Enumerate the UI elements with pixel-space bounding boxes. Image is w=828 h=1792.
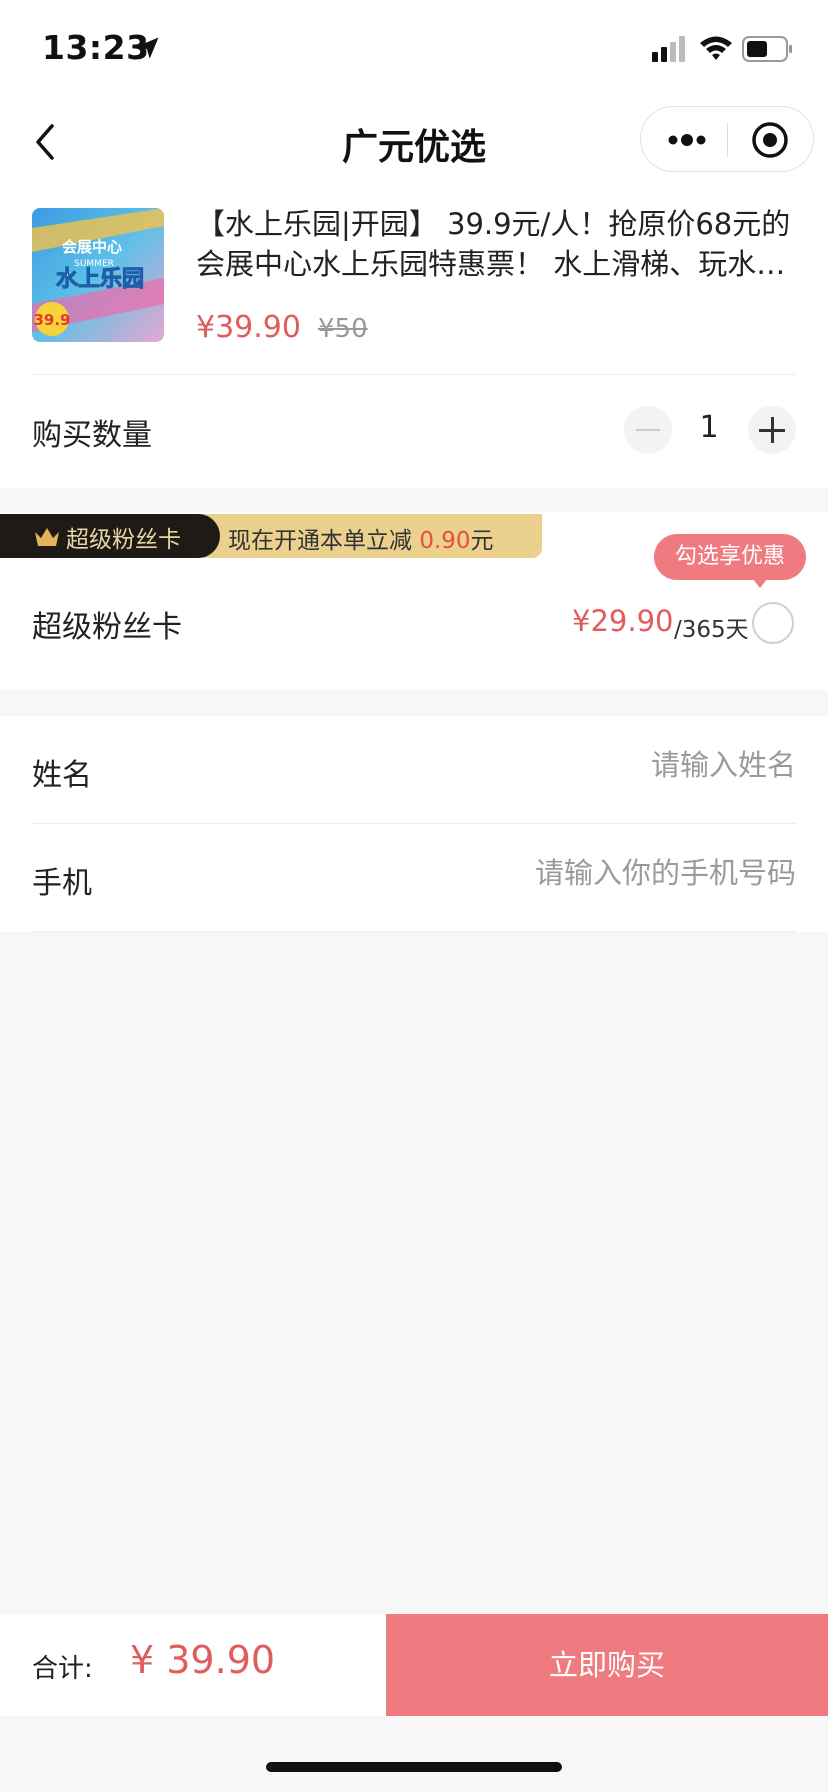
svg-text:水上乐园: 水上乐园: [56, 267, 144, 292]
divider: [32, 374, 796, 375]
battery-icon: [742, 36, 792, 62]
fan-card-promo-amount: 0.90: [419, 528, 471, 554]
capsule-divider: [727, 123, 728, 157]
svg-text:会展中心: 会展中心: [62, 238, 122, 256]
contact-form: 姓名 手机: [0, 716, 828, 932]
quantity-value: 1: [699, 410, 719, 445]
cellular-signal-icon: [652, 36, 685, 62]
product-original-price: ¥50: [318, 314, 368, 344]
phone-label: 手机: [32, 866, 92, 901]
phone-row: 手机: [32, 824, 796, 932]
fan-card-period: /365天: [674, 617, 749, 643]
quantity-label: 购买数量: [32, 418, 152, 453]
select-discount-tooltip: 勾选享优惠: [654, 534, 806, 588]
more-dots-icon[interactable]: [665, 127, 709, 153]
svg-text:39.9: 39.9: [33, 311, 70, 329]
checkout-footer: 合计: ¥ 39.90 立即购买: [0, 1614, 828, 1716]
name-label: 姓名: [32, 758, 92, 793]
fan-card-label: 超级粉丝卡: [32, 610, 182, 645]
total-value: ¥ 39.90: [130, 1638, 276, 1682]
mini-program-capsule: [640, 106, 814, 172]
name-row: 姓名: [32, 716, 796, 824]
fan-card-radio[interactable]: [752, 602, 794, 644]
name-input[interactable]: [336, 740, 796, 790]
close-target-icon[interactable]: [751, 121, 789, 159]
quantity-increase-button[interactable]: [748, 406, 796, 454]
status-bar: 13:23: [0, 0, 828, 100]
fan-card-badge-label: 超级粉丝卡: [66, 527, 181, 553]
wifi-icon: [700, 36, 732, 60]
buy-now-button[interactable]: 立即购买: [386, 1614, 828, 1716]
fan-card-price: ¥29.90: [572, 604, 674, 638]
location-arrow-icon: [137, 37, 159, 59]
crown-icon: [35, 528, 59, 546]
product-price: ¥39.90: [196, 310, 301, 345]
phone-input[interactable]: [336, 848, 796, 898]
fan-card-badge: 超级粉丝卡: [0, 514, 220, 558]
total-label: 合计:: [32, 1654, 93, 1684]
nav-bar: 广元优选: [0, 100, 828, 184]
fan-card-promo-text: 现在开通本单立减 0.90元: [228, 528, 494, 554]
quantity-decrease-button[interactable]: [624, 406, 672, 454]
fan-card-promo-banner: 现在开通本单立减 0.90元: [180, 514, 542, 558]
home-indicator: [266, 1762, 562, 1772]
product-title: 【水上乐园|开园】 39.9元/人！抢原价68元的会展中心水上乐园特惠票！ 水上…: [196, 207, 791, 281]
fan-card-section: 现在开通本单立减 0.90元 超级粉丝卡 勾选享优惠 超级粉丝卡 ¥29.90 …: [0, 512, 828, 690]
product-thumbnail: 会展中心 SUMMER 水上乐园 39.9: [32, 208, 164, 342]
